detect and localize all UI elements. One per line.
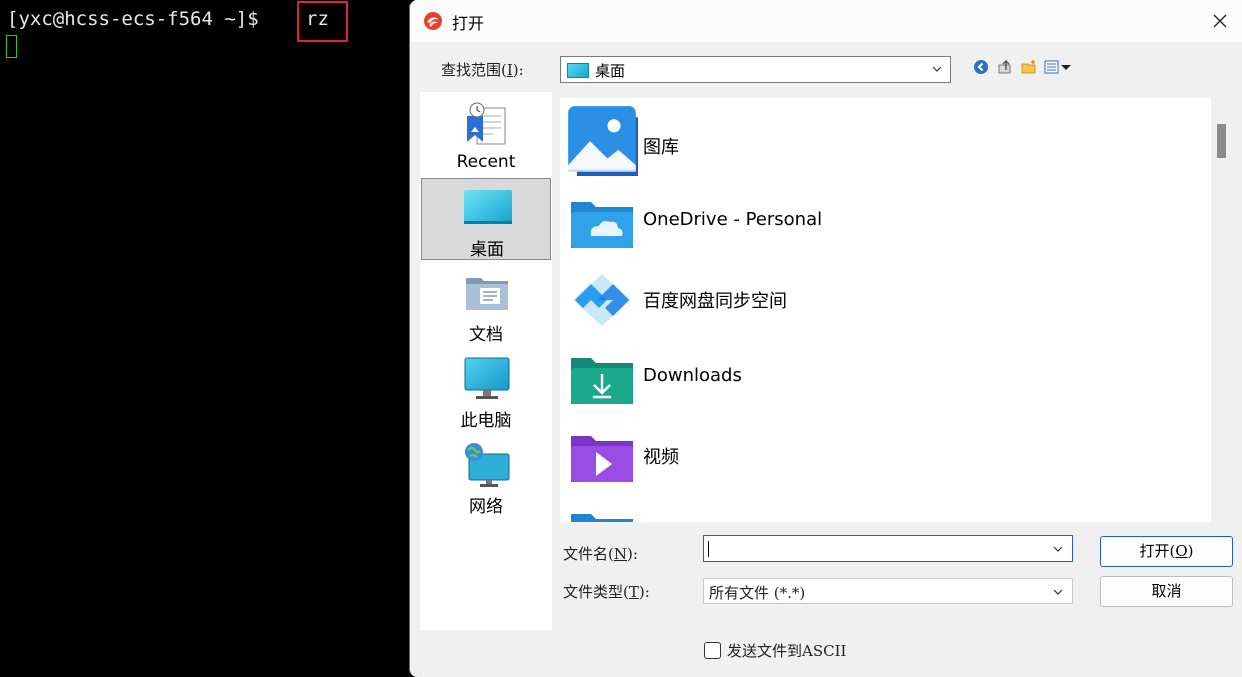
file-item-baidu[interactable]: 百度网盘同步空间: [560, 258, 1200, 336]
chevron-down-icon: [1053, 589, 1063, 595]
file-type-label: 文件类型(T):: [563, 583, 650, 601]
desktop-folder-icon: [567, 63, 589, 78]
terminal-command: rz: [306, 8, 329, 30]
new-folder-icon: [1021, 60, 1036, 74]
up-folder-icon: [998, 59, 1011, 74]
file-name: 视频: [643, 447, 679, 468]
place-label: Recent: [456, 152, 516, 172]
file-list[interactable]: 图库 OneDrive - Personal 百度网盘同步空间 Download…: [560, 98, 1211, 522]
baidu-netdisk-icon: [573, 274, 631, 326]
place-label: 文档: [469, 325, 503, 345]
ascii-checkbox[interactable]: [704, 642, 721, 659]
open-file-dialog: 打开 查找范围(I): 桌面 Recent 桌面 文档 此电脑 网络 图库 On…: [409, 0, 1242, 677]
file-name-input[interactable]: [703, 535, 1073, 562]
place-label: 网络: [469, 497, 503, 517]
documents-icon: [466, 278, 508, 310]
file-name-label: 文件名(N):: [563, 545, 638, 563]
look-in-dropdown[interactable]: 桌面: [560, 56, 951, 83]
terminal-window[interactable]: [yxc@hcss-ecs-f564 ~]$ rz: [0, 0, 410, 677]
ascii-option[interactable]: 发送文件到ASCII: [704, 640, 846, 661]
text-caret: [708, 541, 709, 557]
file-type-select[interactable]: 所有文件 (*.*): [703, 578, 1073, 604]
dialog-titlebar[interactable]: 打开: [410, 0, 1242, 42]
onedrive-folder-icon: [571, 202, 633, 248]
file-type-value: 所有文件 (*.*): [709, 584, 806, 602]
file-item-onedrive[interactable]: OneDrive - Personal: [560, 180, 1200, 258]
look-in-label: 查找范围(I):: [441, 61, 524, 79]
recent-icon: [467, 102, 506, 145]
up-folder-button[interactable]: [995, 57, 1015, 77]
cancel-button[interactable]: 取消: [1100, 576, 1233, 607]
app-logo-icon: [424, 12, 442, 30]
place-label: 此电脑: [460, 411, 512, 431]
look-in-value: 桌面: [595, 62, 626, 80]
dialog-title: 打开: [452, 14, 485, 33]
close-icon: [1213, 14, 1227, 28]
gallery-icon: [568, 106, 638, 176]
file-name: 百度网盘同步空间: [643, 291, 787, 312]
view-menu-icon: [1044, 60, 1071, 74]
dialog-toolbar: [971, 57, 1075, 77]
folder-icon: [571, 514, 633, 522]
new-folder-button[interactable]: [1019, 57, 1039, 77]
file-item-gallery[interactable]: 图库: [560, 102, 1200, 180]
file-name: OneDrive - Personal: [643, 209, 823, 230]
videos-folder-icon: [571, 436, 633, 482]
file-item-partial-folder[interactable]: [560, 492, 1200, 522]
downloads-folder-icon: [571, 358, 633, 404]
place-network[interactable]: 网络: [421, 436, 551, 518]
terminal-cursor: [6, 35, 17, 58]
chevron-down-icon: [932, 66, 942, 72]
place-this-pc[interactable]: 此电脑: [421, 350, 551, 432]
file-item-videos[interactable]: 视频: [560, 414, 1200, 492]
scrollbar-thumb[interactable]: [1217, 124, 1226, 158]
back-icon: [974, 60, 988, 74]
places-bar: Recent 桌面 文档 此电脑 网络: [420, 92, 552, 630]
chevron-down-icon[interactable]: [1052, 543, 1064, 555]
file-item-downloads[interactable]: Downloads: [560, 336, 1200, 414]
ascii-checkbox-label: 发送文件到ASCII: [727, 642, 847, 660]
desktop-icon: [464, 190, 512, 224]
file-name: 图库: [643, 137, 679, 158]
view-menu-button[interactable]: [1043, 57, 1075, 77]
place-desktop[interactable]: 桌面: [421, 178, 551, 260]
close-button[interactable]: [1197, 0, 1242, 42]
network-icon: [465, 443, 510, 487]
open-button[interactable]: 打开(O): [1100, 536, 1233, 567]
place-label: 桌面: [470, 240, 504, 260]
file-name: Downloads: [643, 365, 742, 386]
terminal-prompt: [yxc@hcss-ecs-f564 ~]$: [7, 8, 259, 30]
place-recent[interactable]: Recent: [421, 96, 551, 178]
back-button[interactable]: [971, 57, 991, 77]
place-documents[interactable]: 文档: [421, 264, 551, 346]
this-pc-icon: [464, 357, 510, 399]
file-list-scrollbar[interactable]: [1213, 98, 1230, 522]
